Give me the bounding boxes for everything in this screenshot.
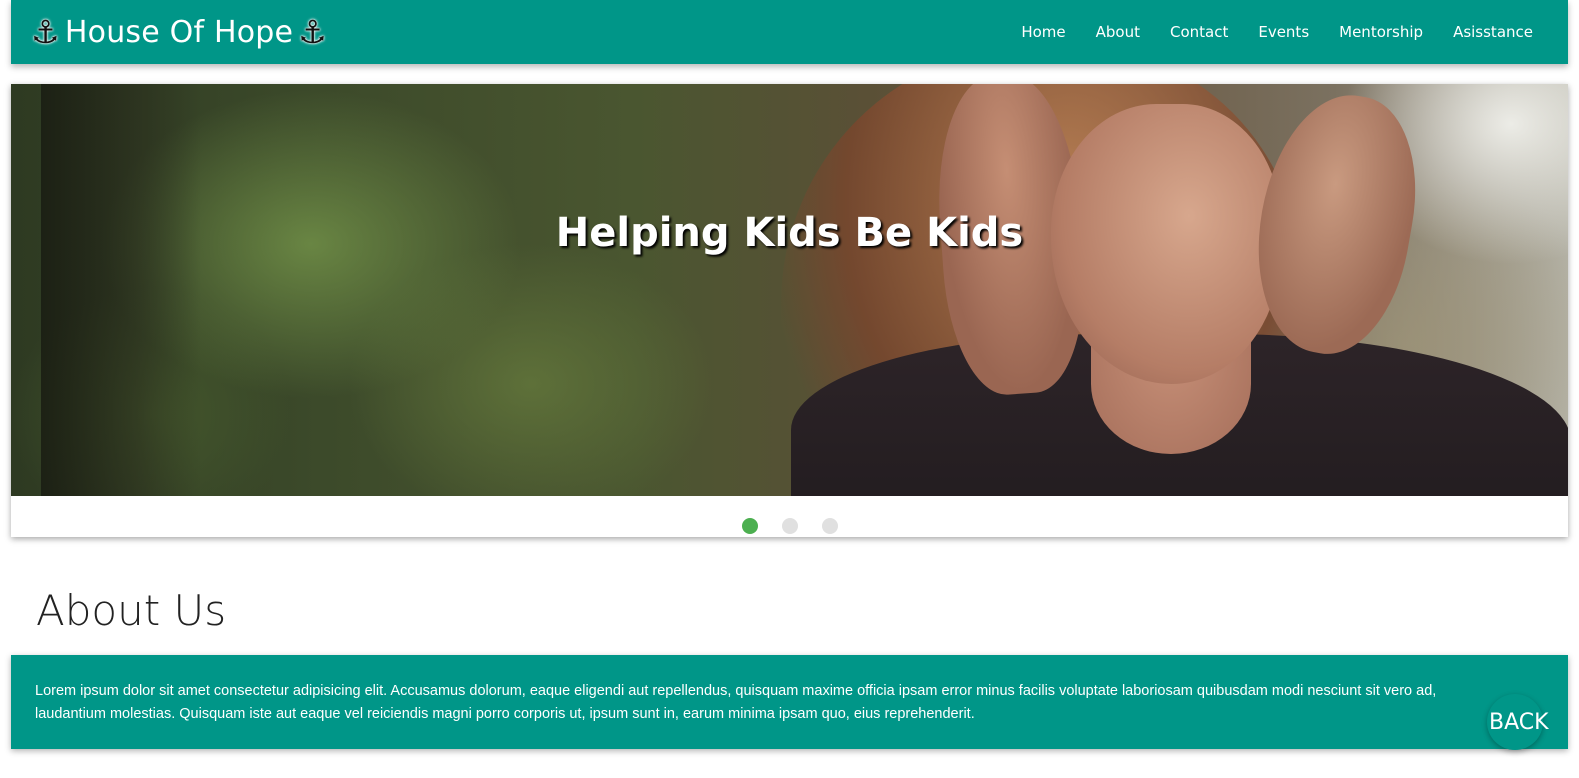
nav-link-mentorship[interactable]: Mentorship [1324, 23, 1438, 41]
nav-link-about[interactable]: About [1081, 23, 1155, 41]
nav-link-assistance[interactable]: Asisstance [1438, 23, 1548, 41]
nav-links: Home About Contact Events Mentorship Asi… [1006, 23, 1548, 41]
back-button[interactable]: BACK [1487, 694, 1549, 750]
anchor-icon: ⚓ [31, 13, 60, 51]
about-card: Lorem ipsum dolor sit amet consectetur a… [11, 655, 1568, 749]
slide-image: Helping Kids Be Kids [11, 84, 1568, 496]
about-heading: About Us [36, 586, 227, 635]
nav-link-contact[interactable]: Contact [1155, 23, 1243, 41]
anchor-icon: ⚓ [298, 13, 328, 51]
slider-indicators [11, 518, 1568, 534]
about-text: Lorem ipsum dolor sit amet consectetur a… [35, 683, 1437, 722]
hero-slider: Helping Kids Be Kids [11, 84, 1568, 537]
brand-logo-link[interactable]: ⚓ House Of Hope ⚓ [31, 15, 327, 50]
nav-link-events[interactable]: Events [1243, 23, 1324, 41]
slide-indicator-1[interactable] [741, 518, 758, 534]
nav-link-home[interactable]: Home [1006, 23, 1080, 41]
brand-title: House Of Hope [64, 14, 294, 50]
tree-trunk-shape [41, 84, 201, 496]
slide-indicator-3[interactable] [821, 518, 838, 534]
top-navbar: ⚓ House Of Hope ⚓ Home About Contact Eve… [11, 0, 1568, 64]
slide-indicator-2[interactable] [781, 518, 798, 534]
slide-caption: Helping Kids Be Kids [555, 210, 1024, 257]
